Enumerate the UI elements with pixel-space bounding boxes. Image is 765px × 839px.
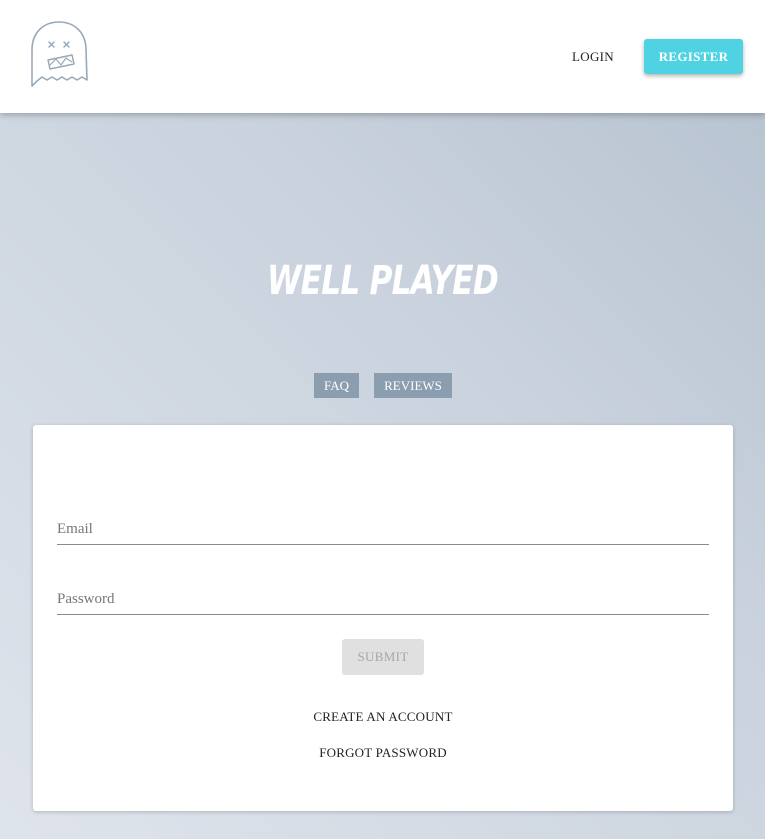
forgot-password-link[interactable]: FORGOT PASSWORD (33, 745, 733, 761)
login-card: SUBMIT CREATE AN ACCOUNT FORGOT PASSWORD (33, 425, 733, 811)
hero-title: WELL PLAYED (267, 258, 499, 304)
submit-button[interactable]: SUBMIT (342, 639, 424, 675)
create-account-link[interactable]: CREATE AN ACCOUNT (33, 709, 733, 725)
tab-faq[interactable]: FAQ (314, 373, 359, 398)
tab-bar: FAQ REVIEWS (0, 373, 765, 398)
register-button[interactable]: REGISTER (644, 39, 743, 74)
top-header: LOGIN REGISTER (0, 0, 765, 113)
nav-login-link[interactable]: LOGIN (560, 45, 626, 69)
password-field[interactable] (57, 584, 709, 615)
tab-reviews[interactable]: REVIEWS (374, 373, 452, 398)
ghost-logo-icon[interactable] (28, 20, 90, 92)
email-field[interactable] (57, 514, 709, 545)
